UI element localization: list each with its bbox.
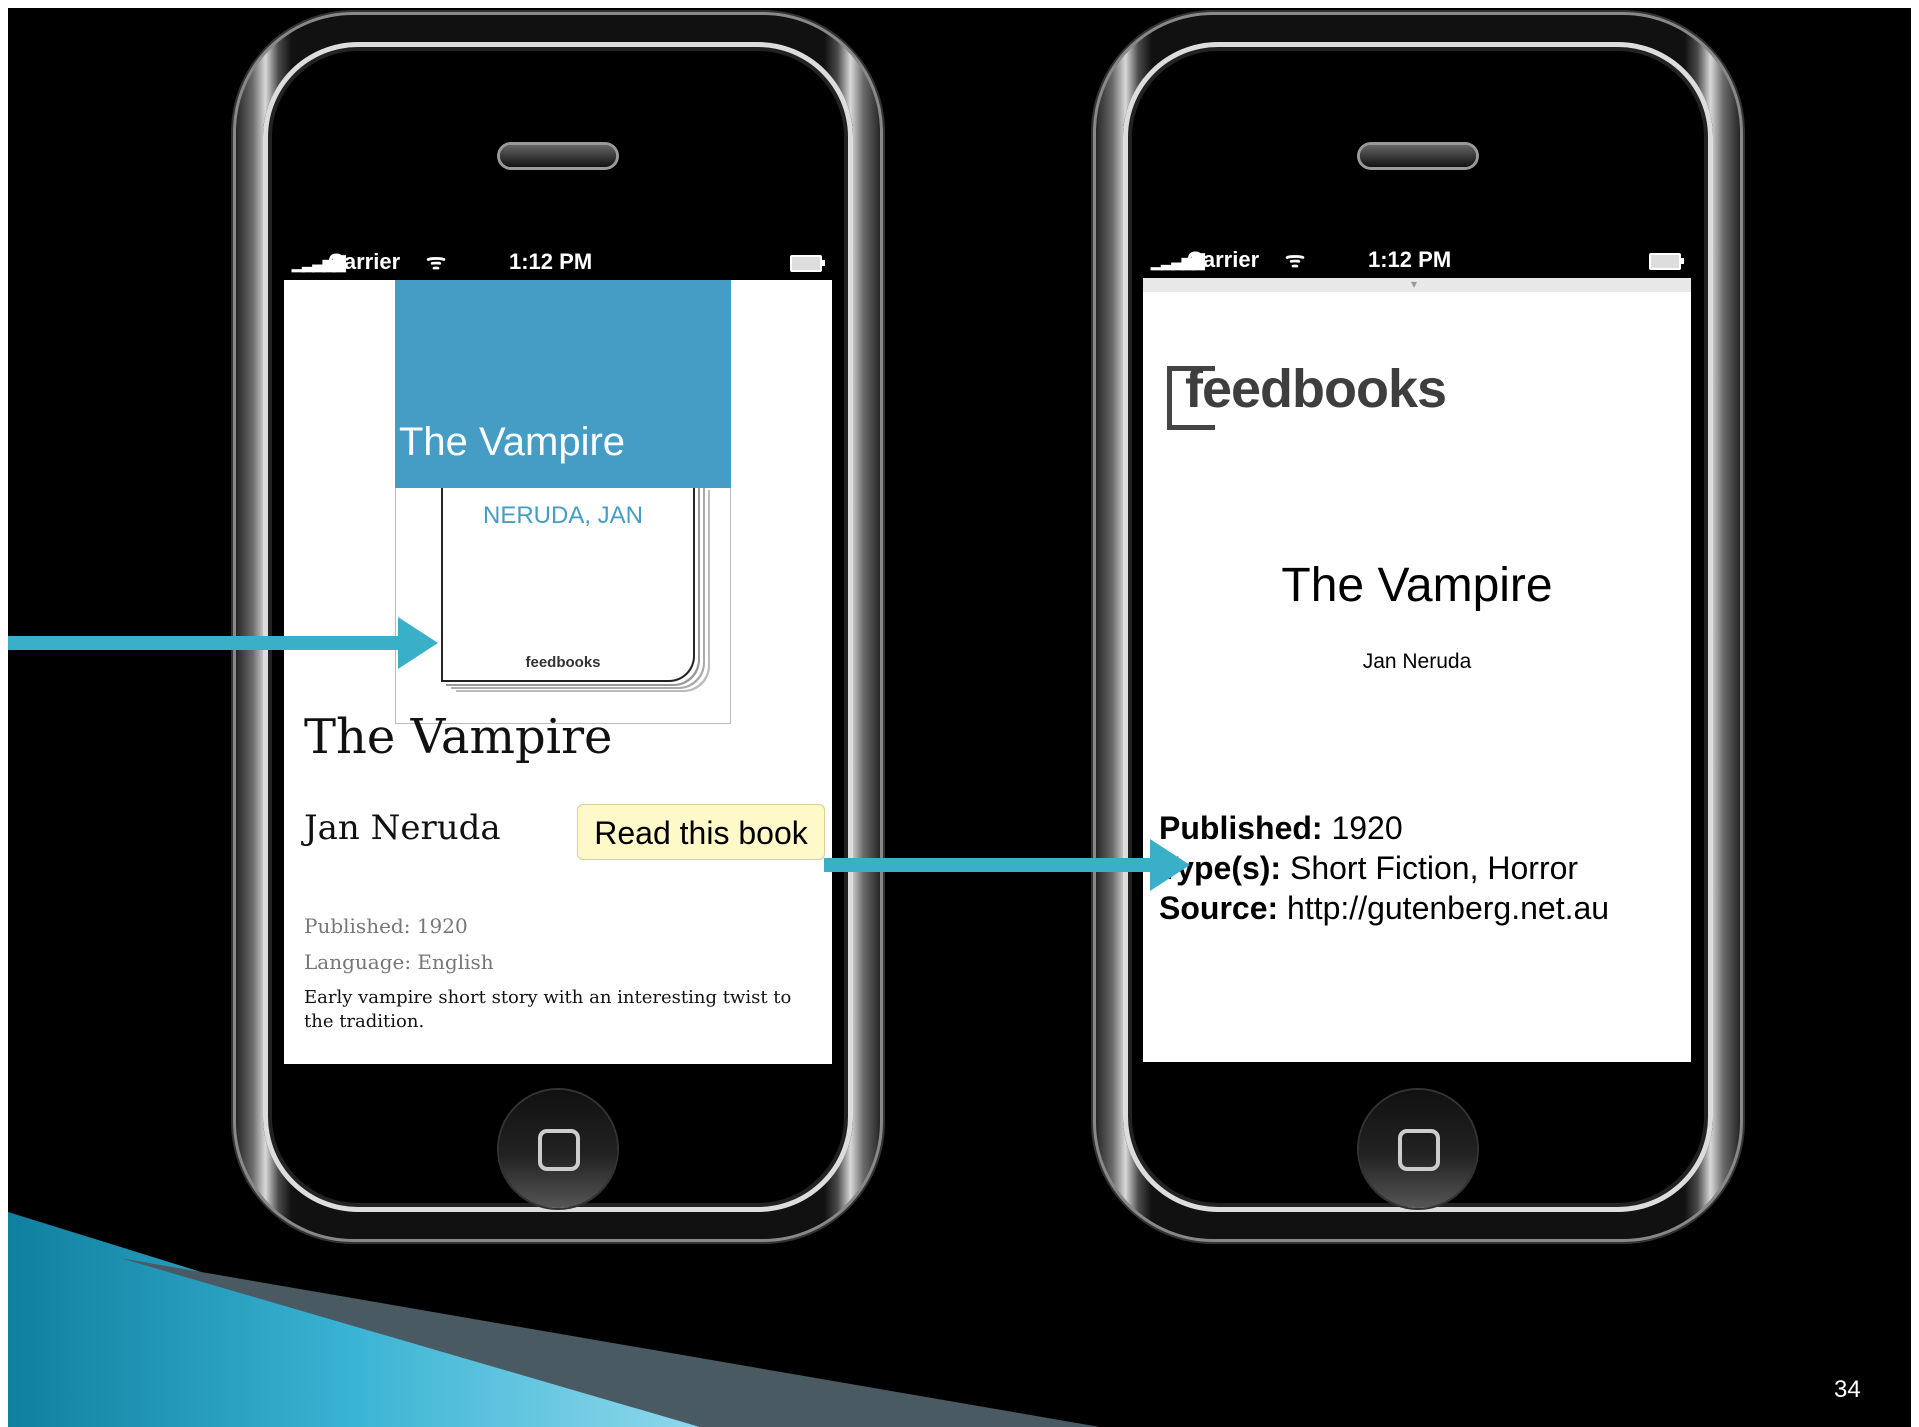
title-page-title: The Vampire (1281, 559, 1553, 612)
battery-icon (1649, 253, 1684, 270)
screen-reader-title-page: ▁▂▃▅▇ Carrier ᯤ 1:12 PM ▾ feedbooks The … (1143, 242, 1691, 1062)
home-button[interactable] (499, 1090, 617, 1208)
slide-edge (0, 0, 1919, 8)
carrier-label: Carrier (328, 249, 401, 274)
types-value: Short Fiction, Horror (1289, 850, 1579, 886)
iphone-right: ▁▂▃▅▇ Carrier ᯤ 1:12 PM ▾ feedbooks The … (1093, 12, 1743, 1242)
screen-book-details: ▁▂▃▅▇ Carrier ᯤ 1:12 PM The Vampire NERU… (284, 244, 832, 1064)
slide-edge (0, 0, 8, 1427)
home-square-icon (538, 1129, 580, 1171)
home-square-icon (1398, 1129, 1440, 1171)
source-value: http://gutenberg.net.au (1287, 890, 1610, 926)
status-bar: ▁▂▃▅▇ Carrier ᯤ 1:12 PM (1143, 242, 1691, 278)
cover-logo: feedbooks (525, 654, 601, 671)
cover-arrow-head (398, 617, 438, 669)
home-button[interactable] (1359, 1090, 1477, 1208)
carrier-label: Carrier (1187, 247, 1260, 272)
earpiece-speaker (1360, 145, 1476, 167)
wifi-icon: ᯤ (1285, 247, 1306, 272)
source-row: Source: http://gutenberg.net.au (1159, 890, 1609, 927)
read-book-button[interactable]: Read this book (577, 804, 825, 860)
status-time: 1:12 PM (1368, 247, 1452, 272)
cover-arrow-line (8, 636, 400, 650)
earpiece-speaker (500, 145, 616, 167)
published-meta: Published: 1920 (304, 914, 468, 938)
read-arrow-head (1150, 839, 1190, 891)
book-description: Early vampire short story with an intere… (304, 987, 792, 1032)
battery-icon (790, 255, 825, 272)
language-meta: Language: English (304, 950, 494, 974)
slide-edge (1911, 0, 1919, 1427)
caret-down-icon: ▾ (1411, 277, 1418, 291)
book-cover[interactable]: The Vampire NERUDA, JAN feedbooks (395, 280, 731, 724)
read-arrow-line (824, 858, 1160, 872)
status-time: 1:12 PM (509, 249, 593, 274)
iphone-left: ▁▂▃▅▇ Carrier ᯤ 1:12 PM The Vampire NERU… (233, 12, 883, 1242)
gray-triangle (120, 1258, 1100, 1427)
published-row: Published: 1920 (1159, 810, 1403, 847)
wifi-icon: ᯤ (426, 249, 447, 274)
status-bar: ▁▂▃▅▇ Carrier ᯤ 1:12 PM (284, 244, 832, 280)
toolbar-pull-tab[interactable]: ▾ (1143, 278, 1691, 292)
published-value: 1920 (1331, 810, 1403, 846)
book-title: The Vampire (304, 709, 613, 765)
slide: ▁▂▃▅▇ Carrier ᯤ 1:12 PM The Vampire NERU… (0, 0, 1919, 1427)
teal-triangle (8, 1212, 700, 1427)
cover-title: The Vampire (399, 420, 626, 464)
source-label: Source: (1159, 890, 1279, 926)
book-author[interactable]: Jan Neruda (304, 808, 501, 848)
feedbooks-logo: feedbooks (1185, 359, 1447, 419)
cover-author: NERUDA, JAN (482, 502, 644, 529)
types-row: Type(s): Short Fiction, Horror (1159, 850, 1578, 887)
title-page-author: Jan Neruda (1362, 650, 1472, 673)
slide-number: 34 (1834, 1376, 1861, 1403)
